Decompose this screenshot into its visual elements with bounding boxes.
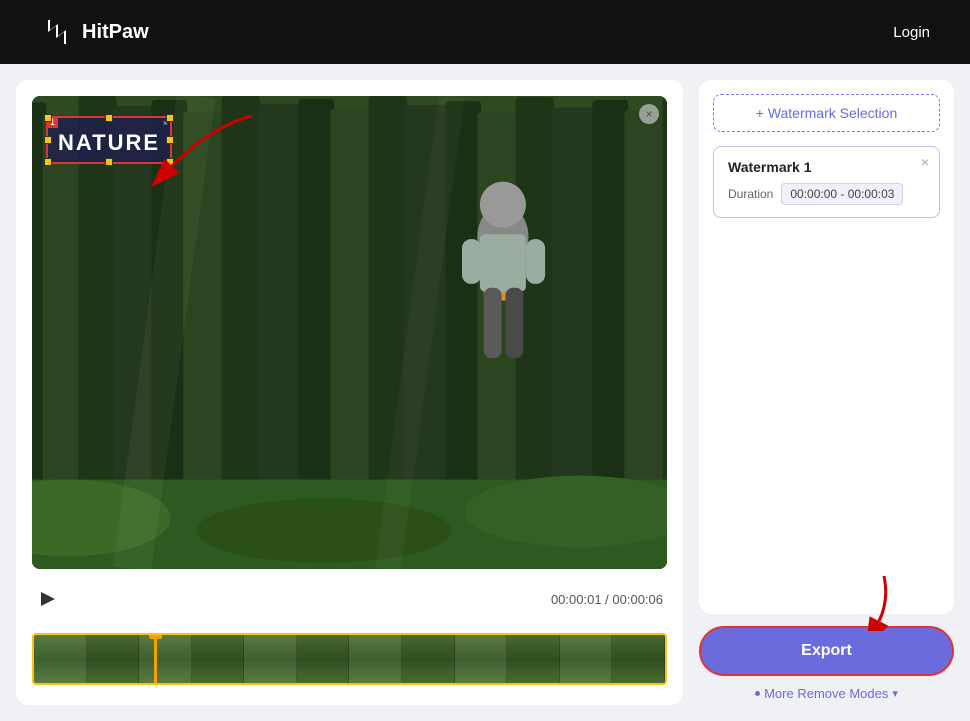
timeline-frame [612,635,665,683]
time-display: 00:00:01 / 00:00:06 [551,592,663,607]
timeline-area [32,629,667,689]
logo-icon [40,16,72,48]
logo: HitPaw [40,16,149,48]
forest-scene [32,96,667,569]
resize-handle-ml[interactable] [44,136,52,144]
main-content: 1 × NATURE × 00:00:01 / 00:00:06 [0,64,970,721]
watermark-panel: + Watermark Selection × Watermark 1 Dura… [699,80,954,614]
watermark-item-card: × Watermark 1 Duration 00:00:00 - 00:00:… [713,146,940,218]
video-controls: 00:00:01 / 00:00:06 [32,581,667,617]
bottom-actions: Export More Remove Modes ▾ [699,626,954,705]
timeline-frame [349,635,402,683]
watermark-duration-row: Duration 00:00:00 - 00:00:03 [728,183,925,205]
more-modes-label: More Remove Modes [764,686,888,701]
timeline-frame [34,635,87,683]
timeline-frame [507,635,560,683]
right-panel: + Watermark Selection × Watermark 1 Dura… [699,80,954,705]
timeline-frame [560,635,613,683]
watermark-selection-box[interactable]: 1 × NATURE [46,116,172,164]
resize-handle-tm[interactable] [105,114,113,122]
duration-value: 00:00:00 - 00:00:03 [781,183,903,205]
timeline-frame [455,635,508,683]
resize-handle-tr[interactable] [166,114,174,122]
video-frame [32,96,667,569]
more-modes-button[interactable]: More Remove Modes ▾ [699,682,954,705]
play-button[interactable] [36,587,60,611]
resize-handle-mr[interactable] [166,136,174,144]
add-watermark-button[interactable]: + Watermark Selection [713,94,940,132]
duration-label: Duration [728,187,773,201]
timeline-frame [192,635,245,683]
export-button[interactable]: Export [699,626,954,676]
timeline-track[interactable] [32,633,667,685]
more-modes-dot [755,691,760,696]
resize-handle-bm[interactable] [105,158,113,166]
timeline-frame [87,635,140,683]
watermark-item-title: Watermark 1 [728,159,925,175]
video-player: 1 × NATURE × [32,96,667,569]
chevron-down-icon: ▾ [892,687,898,700]
timeline-playhead[interactable] [154,635,157,683]
timeline-frame [139,635,192,683]
left-panel: 1 × NATURE × 00:00:01 / 00:00:06 [16,80,683,705]
resize-handle-tl[interactable] [44,114,52,122]
video-close-button[interactable]: × [639,104,659,124]
watermark-item-close-icon[interactable]: × [921,155,929,169]
app-header: HitPaw Login [0,0,970,64]
login-button[interactable]: Login [893,24,930,41]
timeline-frame [297,635,350,683]
resize-handle-br[interactable] [166,158,174,166]
timeline-frame [402,635,455,683]
play-icon [41,592,55,606]
timeline-frame [244,635,297,683]
resize-handle-bl[interactable] [44,158,52,166]
logo-text: HitPaw [82,21,149,44]
watermark-text-display: NATURE [58,130,160,156]
